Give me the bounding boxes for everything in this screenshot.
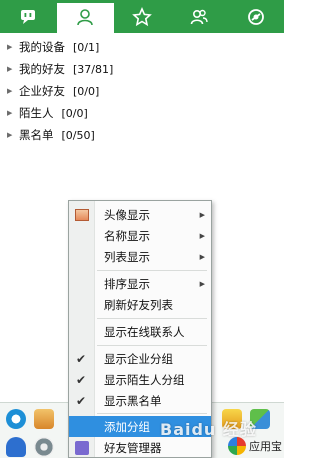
- menu-item-name-display[interactable]: 名称显示 ▶: [69, 225, 211, 246]
- menu-item-label: 头像显示: [104, 207, 150, 222]
- group-count: [37/81]: [73, 62, 114, 76]
- menu-item-avatar-display[interactable]: 头像显示 ▶: [69, 204, 211, 225]
- group-strangers[interactable]: ▶ 陌生人 [0/0]: [0, 102, 284, 124]
- menu-item-label: 列表显示: [104, 249, 150, 264]
- main-tab-bar: [0, 0, 284, 33]
- menu-item-label: 排序显示: [104, 276, 150, 291]
- menu-item-list-display[interactable]: 列表显示 ▶: [69, 246, 211, 267]
- menu-separator: [97, 345, 207, 346]
- menu-item-label: 好友管理器: [104, 440, 162, 455]
- menu-item-label: 显示在线联系人: [104, 324, 185, 339]
- submenu-arrow-icon: ▶: [199, 210, 205, 219]
- group-name: 我的设备: [19, 40, 65, 54]
- group-blacklist[interactable]: ▶ 黑名单 [0/50]: [0, 124, 284, 146]
- group-count: [0/0]: [73, 84, 100, 98]
- menu-item-label: 名称显示: [104, 228, 150, 243]
- tab-qzone[interactable]: [227, 0, 284, 33]
- menu-separator: [97, 413, 207, 414]
- group-count: [0/0]: [61, 106, 88, 120]
- menu-separator: [97, 270, 207, 271]
- contact-group-list: ▶ 我的设备 [0/1] ▶ 我的好友 [37/81] ▶ 企业好友 [0/0]…: [0, 36, 284, 146]
- qq-circle-icon[interactable]: [6, 409, 26, 429]
- menu-item-label: 显示企业分组: [104, 351, 173, 366]
- tab-chat[interactable]: [0, 0, 57, 33]
- tab-favorites[interactable]: [114, 0, 171, 33]
- group-name: 企业好友: [19, 84, 65, 98]
- submenu-arrow-icon: ▶: [199, 231, 205, 240]
- menu-item-show-stranger-group[interactable]: ✔ 显示陌生人分组: [69, 369, 211, 390]
- menu-item-label: 显示黑名单: [104, 393, 162, 408]
- group-count: [0/1]: [73, 40, 100, 54]
- chat-bubble-icon: [21, 9, 36, 24]
- menu-item-show-blacklist[interactable]: ✔ 显示黑名单: [69, 390, 211, 411]
- baidu-watermark: Baidu 经验: [160, 420, 257, 439]
- expand-arrow-icon: ▶: [7, 87, 13, 95]
- menu-separator: [97, 318, 207, 319]
- expand-arrow-icon: ▶: [7, 109, 13, 117]
- menu-item-show-enterprise-group[interactable]: ✔ 显示企业分组: [69, 348, 211, 369]
- expand-arrow-icon: ▶: [7, 131, 13, 139]
- gear-icon[interactable]: [34, 437, 54, 457]
- expand-arrow-icon: ▶: [7, 43, 13, 51]
- tab-contacts[interactable]: [56, 0, 114, 33]
- group-enterprise-friends[interactable]: ▶ 企业好友 [0/0]: [0, 80, 284, 102]
- submenu-arrow-icon: ▶: [199, 252, 205, 261]
- menu-item-friend-manager[interactable]: 好友管理器: [69, 437, 211, 458]
- user-avatar-icon[interactable]: [34, 409, 54, 429]
- menu-item-sort-display[interactable]: 排序显示 ▶: [69, 273, 211, 294]
- group-count: [0/50]: [61, 128, 95, 142]
- expand-arrow-icon: ▶: [7, 65, 13, 73]
- tab-groups[interactable]: [170, 0, 227, 33]
- star-icon: [132, 6, 152, 26]
- checkmark-icon: ✔: [76, 372, 87, 387]
- friend-manager-icon: [75, 440, 89, 455]
- menu-item-label: 显示陌生人分组: [104, 372, 185, 387]
- group-name: 黑名单: [19, 128, 54, 142]
- group-my-friends[interactable]: ▶ 我的好友 [37/81]: [0, 58, 284, 80]
- menu-item-label: 刷新好友列表: [104, 297, 173, 312]
- group-people-icon: [190, 9, 208, 24]
- menu-item-label: 添加分组: [104, 419, 150, 434]
- group-name: 我的好友: [19, 62, 65, 76]
- checkmark-icon: ✔: [76, 393, 87, 408]
- menu-item-show-online[interactable]: 显示在线联系人: [69, 321, 211, 342]
- contact-person-icon: [77, 8, 93, 25]
- penguin-menu-icon[interactable]: [6, 437, 26, 457]
- submenu-arrow-icon: ▶: [199, 279, 205, 288]
- menu-item-refresh-friends[interactable]: 刷新好友列表: [69, 294, 211, 315]
- appstore-label: 应用宝: [249, 440, 282, 453]
- qzone-icon: [247, 8, 264, 25]
- avatar-display-icon: [75, 208, 89, 221]
- checkmark-icon: ✔: [76, 351, 87, 366]
- group-name: 陌生人: [19, 106, 54, 120]
- group-my-devices[interactable]: ▶ 我的设备 [0/1]: [0, 36, 284, 58]
